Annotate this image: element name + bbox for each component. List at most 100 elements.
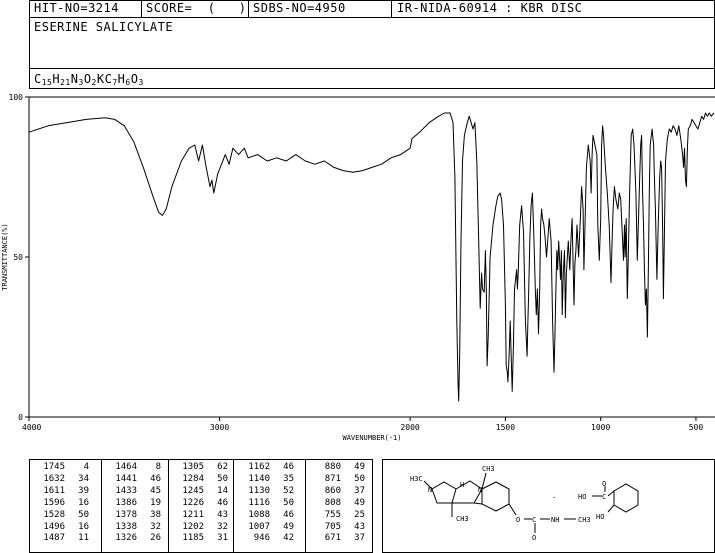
peak-row: 1338 32 xyxy=(103,522,161,534)
peak-row: 1130 52 xyxy=(236,486,294,498)
peak-wavenumber: 1305 xyxy=(182,462,204,472)
y-tick-label: 100 xyxy=(9,93,24,102)
salicylic-benzene xyxy=(613,483,639,513)
ring-bond xyxy=(473,502,483,505)
peak-transmittance: 38 xyxy=(150,509,161,520)
peak-row: 1433 45 xyxy=(103,486,161,498)
formula-subscript: 21 xyxy=(60,78,71,87)
peak-row: 1202 32 xyxy=(170,522,228,534)
peak-wavenumber: 871 xyxy=(324,473,341,484)
formula-element: O xyxy=(83,72,92,86)
peak-transmittance: 42 xyxy=(283,533,294,544)
peak-wavenumber: 705 xyxy=(324,521,341,532)
x-tick-label: 4000 xyxy=(22,423,41,432)
peak-transmittance: 49 xyxy=(354,497,365,508)
peak-transmittance: 43 xyxy=(354,521,365,532)
n1-label: N xyxy=(428,486,432,494)
formula-subscript: 3 xyxy=(138,78,144,87)
peak-transmittance: 49 xyxy=(354,462,365,472)
peak-transmittance: 35 xyxy=(283,473,294,484)
peak-wavenumber: 1338 xyxy=(115,521,137,532)
peak-wavenumber: 1378 xyxy=(115,509,137,520)
peak-wavenumber: 1245 xyxy=(182,485,204,496)
n-methyl-bond xyxy=(481,472,487,490)
peak-wavenumber: 1496 xyxy=(43,521,65,532)
peak-transmittance: 16 xyxy=(78,497,89,508)
peak-col-sep-1 xyxy=(101,459,102,553)
peak-wavenumber: 1116 xyxy=(248,497,270,508)
peak-transmittance: 50 xyxy=(283,497,294,508)
peak-transmittance: 49 xyxy=(283,521,294,532)
peak-row: 1378 38 xyxy=(103,510,161,522)
peak-transmittance: 32 xyxy=(150,521,161,532)
peak-row: 1211 43 xyxy=(170,510,228,522)
peak-column: 1745 4 1632 34 1611 39 1596 16 1528 50 1496 16 1487 1… xyxy=(31,462,89,545)
ch3-top-label: CH3 xyxy=(482,465,495,473)
peak-row: 1487 11 xyxy=(31,533,89,545)
peak-row: 1596 16 xyxy=(31,498,89,510)
peak-wavenumber: 1211 xyxy=(182,509,204,520)
formula-divider xyxy=(29,68,715,69)
peak-wavenumber: 1386 xyxy=(115,497,137,508)
peak-row: 705 43 xyxy=(307,522,365,534)
peak-wavenumber: 1464 xyxy=(115,462,137,472)
peak-row: 1185 31 xyxy=(170,533,228,545)
ho-phenol-label: HO xyxy=(596,513,604,521)
ho-acid-label: HO xyxy=(578,493,586,501)
peak-wavenumber: 1487 xyxy=(43,533,65,544)
c-acid-label: C xyxy=(602,493,606,501)
peak-row: 1611 39 xyxy=(31,486,89,498)
peak-col-sep-2 xyxy=(168,459,169,553)
ch3-n-label: CH3 xyxy=(578,516,591,524)
peak-transmittance: 26 xyxy=(150,533,161,544)
benzene-ring xyxy=(481,481,510,512)
header-divider xyxy=(29,17,715,18)
acid-bond xyxy=(607,490,615,497)
peak-transmittance: 50 xyxy=(78,509,89,520)
y-ticks: 0 50 100 xyxy=(9,93,29,422)
y-axis-label: TRANSMITTANCE(%) xyxy=(1,223,9,290)
sdbs-number: SDBS-NO=4950 xyxy=(253,1,346,15)
peak-transmittance: 8 xyxy=(155,462,161,472)
peak-transmittance: 46 xyxy=(283,509,294,520)
h3c-label: H3C xyxy=(410,475,423,483)
peak-row: 1245 14 xyxy=(170,486,228,498)
peak-row: 1162 46 xyxy=(236,462,294,474)
x-axis-label: WAVENUMBER(-1) xyxy=(342,434,401,442)
peak-row: 871 50 xyxy=(307,474,365,486)
o-carbonyl-label: O xyxy=(532,534,536,542)
peak-row: 1088 46 xyxy=(236,510,294,522)
x-tick-label: 1500 xyxy=(496,423,515,432)
peak-transmittance: 52 xyxy=(283,485,294,496)
peak-wavenumber: 671 xyxy=(324,533,341,544)
nh-label: NH xyxy=(551,516,559,524)
peak-transmittance: 46 xyxy=(150,473,161,484)
x-tick-label: 1000 xyxy=(591,423,610,432)
peak-row: 1140 35 xyxy=(236,474,294,486)
peak-wavenumber: 1596 xyxy=(43,497,65,508)
ester-o-bond xyxy=(508,503,517,516)
y-tick-label: 50 xyxy=(13,253,23,262)
peak-wavenumber: 1433 xyxy=(115,485,137,496)
peak-transmittance: 43 xyxy=(217,509,228,520)
phenol-bond xyxy=(607,504,615,513)
c-carbonyl-label: C xyxy=(532,516,536,524)
peak-transmittance: 37 xyxy=(354,485,365,496)
header-sep-3 xyxy=(391,0,392,17)
n2-label: N xyxy=(478,486,482,494)
x-tick-label: 2000 xyxy=(400,423,419,432)
formula-element: KC xyxy=(96,72,113,86)
peak-row: 1632 34 xyxy=(31,474,89,486)
peak-transmittance: 50 xyxy=(217,473,228,484)
peak-transmittance: 4 xyxy=(83,462,89,472)
compound-name: ESERINE SALICYLATE xyxy=(34,20,174,34)
peak-transmittance: 62 xyxy=(217,462,228,472)
peak-wavenumber: 1130 xyxy=(248,485,270,496)
peak-row: 808 49 xyxy=(307,498,365,510)
peak-wavenumber: 1284 xyxy=(182,473,204,484)
peak-row: 1745 4 xyxy=(31,462,89,474)
peak-transmittance: 50 xyxy=(354,473,365,484)
peak-wavenumber: 1632 xyxy=(43,473,65,484)
ir-code: IR-NIDA-60914 : KBR DISC xyxy=(397,1,583,15)
o-link-label: O xyxy=(516,516,520,524)
